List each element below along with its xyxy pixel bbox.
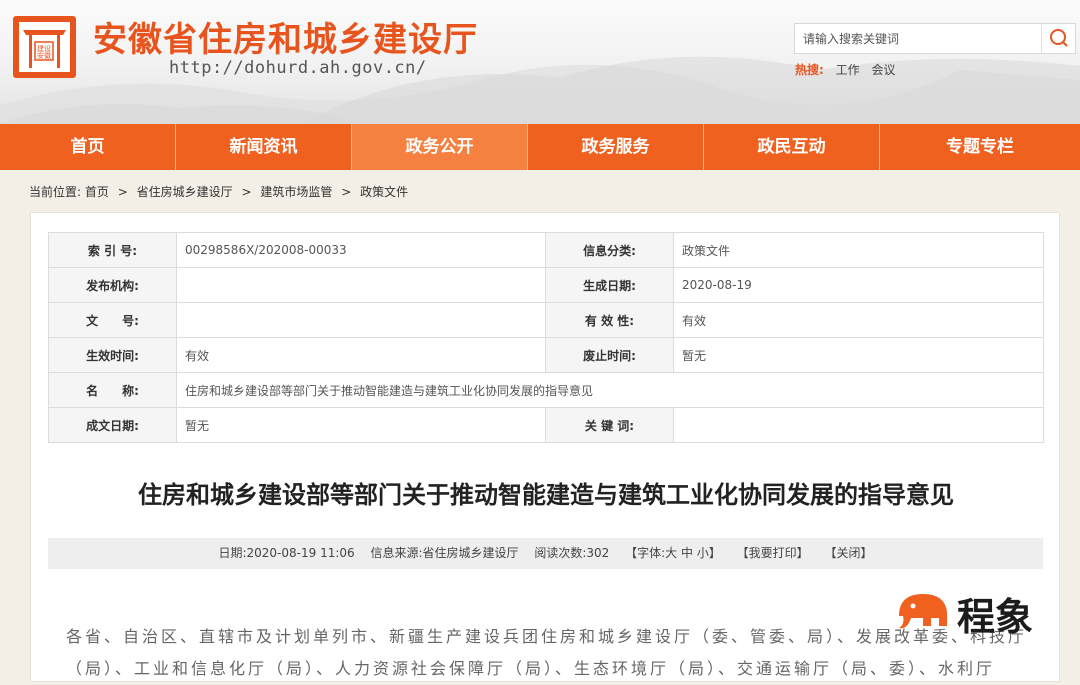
- svg-text:安徽: 安徽: [37, 51, 51, 60]
- table-row: 成文日期: 暂无 关 键 词:: [48, 407, 1044, 443]
- font-size-control[interactable]: 【字体:大 中 小】: [625, 546, 721, 560]
- close-link[interactable]: 【关闭】: [825, 546, 873, 560]
- meta-value: 2020-08-19: [673, 267, 1044, 303]
- search-icon: [1050, 29, 1068, 47]
- meta-value: 有效: [176, 337, 546, 373]
- meta-label: 关 键 词:: [545, 407, 674, 443]
- site-header: 建设 安徽 安徽省住房和城乡建设厅 http://dohurd.ah.gov.c…: [0, 0, 1080, 124]
- article-info-bar: 日期:2020-08-19 11:06 信息来源:省住房城乡建设厅 阅读次数:3…: [48, 538, 1043, 569]
- table-row: 生效时间: 有效 废止时间: 暂无: [48, 337, 1044, 373]
- meta-value: [176, 267, 546, 303]
- hot-search-label: 热搜:: [795, 63, 824, 77]
- meta-value: 有效: [673, 302, 1044, 338]
- nav-government-services[interactable]: 政务服务: [528, 124, 704, 170]
- nav-government-affairs-open[interactable]: 政务公开: [352, 124, 528, 170]
- article-paragraph-line: 各省、自治区、直辖市及计划单列市、新疆生产建设兵团住房和城乡建设厅（委、管委、局…: [66, 627, 1028, 646]
- site-logo[interactable]: 建设 安徽: [13, 16, 76, 78]
- meta-value: 00298586X/202008-00033: [176, 232, 546, 268]
- watermark-text: 程象: [957, 595, 1034, 639]
- elephant-icon: [899, 594, 947, 629]
- article-date: 日期:2020-08-19 11:06: [218, 546, 355, 560]
- hot-keyword-work[interactable]: 工作: [836, 63, 860, 77]
- hot-search: 热搜: 工作 会议: [795, 61, 896, 78]
- search-input[interactable]: [795, 24, 1043, 53]
- logo-emblem-icon: 建设 安徽: [23, 30, 66, 68]
- nav-interaction[interactable]: 政民互动: [704, 124, 880, 170]
- meta-value: 暂无: [673, 337, 1044, 373]
- hot-keyword-meeting[interactable]: 会议: [871, 63, 895, 77]
- article-paragraph-line: （局）、工业和信息化厅（局）、人力资源社会保障厅（局）、生态环境厅（局）、交通运…: [66, 659, 996, 678]
- nav-home[interactable]: 首页: [0, 124, 176, 170]
- breadcrumb: 当前位置: 首页 > 省住房城乡建设厅 > 建筑市场监管 > 政策文件: [29, 183, 408, 200]
- breadcrumb-policy-docs[interactable]: 政策文件: [360, 185, 408, 199]
- table-row: 名 称: 住房和城乡建设部等部门关于推动智能建造与建筑工业化协同发展的指导意见: [48, 372, 1044, 408]
- site-url: http://dohurd.ah.gov.cn/: [169, 58, 427, 78]
- meta-value: [673, 407, 1044, 443]
- print-link[interactable]: 【我要打印】: [737, 546, 809, 560]
- meta-label: 发布机构:: [48, 267, 177, 303]
- meta-label: 生效时间:: [48, 337, 177, 373]
- breadcrumb-department[interactable]: 省住房城乡建设厅: [137, 185, 233, 199]
- meta-value: [176, 302, 546, 338]
- search-button[interactable]: [1041, 24, 1075, 53]
- meta-label: 成文日期:: [48, 407, 177, 443]
- meta-value: 政策文件: [673, 232, 1044, 268]
- watermark: 程象: [893, 586, 1053, 639]
- breadcrumb-separator: >: [117, 185, 128, 199]
- article-title: 住房和城乡建设部等部门关于推动智能建造与建筑工业化协同发展的指导意见: [138, 481, 954, 509]
- breadcrumb-home[interactable]: 首页: [85, 185, 109, 199]
- meta-label: 文 号:: [48, 302, 177, 338]
- meta-label: 名 称:: [48, 372, 177, 408]
- meta-label: 索 引 号:: [48, 232, 177, 268]
- main-nav: 首页 新闻资讯 政务公开 政务服务 政民互动 专题专栏: [0, 124, 1080, 170]
- meta-value: 暂无: [176, 407, 546, 443]
- article-views: 阅读次数:302: [534, 546, 610, 560]
- meta-value: 住房和城乡建设部等部门关于推动智能建造与建筑工业化协同发展的指导意见: [176, 372, 1044, 408]
- breadcrumb-market-supervision[interactable]: 建筑市场监管: [260, 185, 332, 199]
- nav-special-topics[interactable]: 专题专栏: [880, 124, 1080, 170]
- breadcrumb-separator: >: [341, 185, 352, 199]
- breadcrumb-prefix: 当前位置:: [29, 185, 82, 199]
- article-body: 各省、自治区、直辖市及计划单列市、新疆生产建设兵团住房和城乡建设厅（委、管委、局…: [66, 621, 1026, 685]
- metadata-table: 索 引 号: 00298586X/202008-00033 信息分类: 政策文件…: [48, 232, 1044, 443]
- table-row: 发布机构: 生成日期: 2020-08-19: [48, 267, 1044, 303]
- meta-label: 有 效 性:: [545, 302, 674, 338]
- site-title: 安徽省住房和城乡建设厅: [93, 20, 478, 60]
- article-source: 信息来源:省住房城乡建设厅: [370, 546, 519, 560]
- table-row: 索 引 号: 00298586X/202008-00033 信息分类: 政策文件: [48, 232, 1044, 268]
- meta-label: 生成日期:: [545, 267, 674, 303]
- table-row: 文 号: 有 效 性: 有效: [48, 302, 1044, 338]
- search-box: [794, 23, 1076, 54]
- breadcrumb-separator: >: [241, 185, 252, 199]
- meta-label: 信息分类:: [545, 232, 674, 268]
- nav-news[interactable]: 新闻资讯: [176, 124, 352, 170]
- meta-label: 废止时间:: [545, 337, 674, 373]
